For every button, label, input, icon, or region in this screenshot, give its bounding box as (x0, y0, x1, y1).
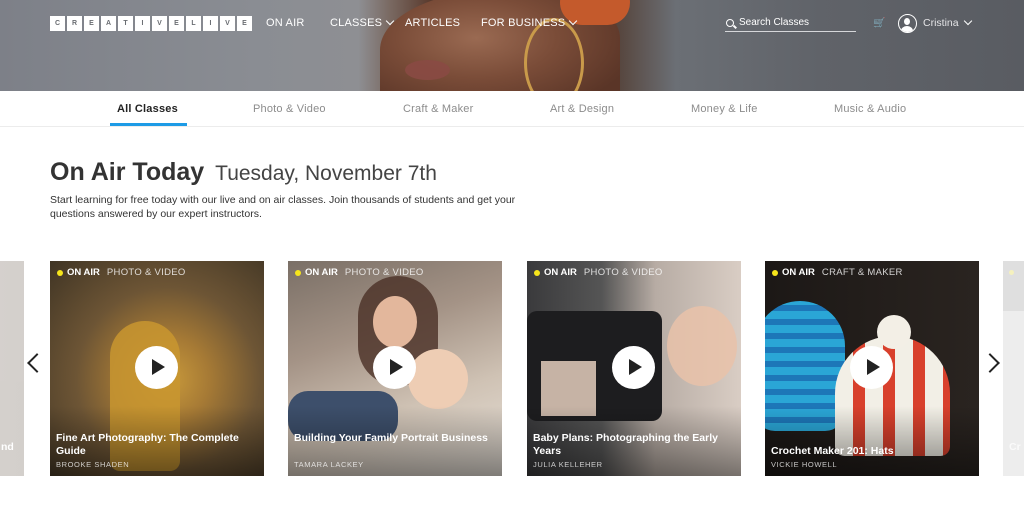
user-name: Cristina (923, 17, 959, 29)
class-title[interactable]: Crochet Maker 201: Hats (771, 445, 976, 458)
chevron-down-icon (385, 16, 395, 26)
live-dot-icon (772, 269, 778, 276)
partial-card-title: Cr (1009, 441, 1021, 453)
logo-letter: I (203, 16, 218, 31)
class-card[interactable]: ON AIR CRAFT & MAKER Crochet Maker 201: … (765, 261, 979, 476)
tab-all-classes[interactable]: All Classes (117, 103, 178, 115)
logo-letter: R (67, 16, 82, 31)
on-air-label: ON AIR (305, 267, 338, 278)
logo-letter: T (118, 16, 133, 31)
partial-card-left[interactable]: nd (0, 261, 24, 476)
tab-music-audio[interactable]: Music & Audio (834, 103, 906, 115)
category-tabs: All Classes Photo & Video Craft & Maker … (0, 91, 1024, 127)
search-bar (725, 14, 856, 32)
class-title[interactable]: Fine Art Photography: The Complete Guide (56, 432, 261, 458)
class-card[interactable]: ON AIR PHOTO & VIDEO Building Your Famil… (288, 261, 502, 476)
user-avatar-icon[interactable] (898, 14, 917, 33)
class-instructor: TAMARA LACKEY (294, 460, 364, 469)
live-dot-icon (295, 269, 301, 276)
tab-money-life[interactable]: Money & Life (691, 103, 758, 115)
class-category: PHOTO & VIDEO (344, 267, 424, 278)
tab-craft-maker[interactable]: Craft & Maker (403, 103, 473, 115)
logo-letter: V (220, 16, 235, 31)
logo-letter: E (237, 16, 252, 31)
class-title[interactable]: Building Your Family Portrait Business (294, 432, 499, 445)
live-dot-icon (57, 269, 63, 276)
top-nav: C R E A T I V E L I V E ON AIR CLASSES A… (0, 0, 1024, 48)
partial-card-thumbnail (1003, 261, 1024, 311)
nav-on-air-label: ON AIR (266, 17, 305, 29)
play-icon[interactable] (373, 346, 416, 389)
play-icon[interactable] (135, 346, 178, 389)
play-icon[interactable] (850, 346, 893, 389)
class-title[interactable]: Baby Plans: Photographing the Early Year… (533, 432, 738, 458)
logo-letter: V (152, 16, 167, 31)
active-tab-indicator (110, 123, 187, 126)
nav-articles-label: ARTICLES (405, 17, 461, 29)
class-category: CRAFT & MAKER (821, 267, 903, 278)
on-air-label: ON AIR (544, 267, 577, 278)
on-air-badge: ON AIR PHOTO & VIDEO (534, 267, 663, 278)
live-dot-icon (534, 269, 540, 276)
nav-for-business-label: FOR BUSINESS (481, 17, 566, 29)
partial-card-title: nd (1, 441, 14, 453)
page-title-date: Tuesday, November 7th (215, 162, 437, 185)
nav-articles[interactable]: ARTICLES (405, 17, 460, 29)
on-air-badge: ON AIR PHOTO & VIDEO (57, 267, 186, 278)
nav-classes-label: CLASSES (330, 17, 383, 29)
tab-photo-video[interactable]: Photo & Video (253, 103, 326, 115)
chevron-right-icon[interactable] (980, 353, 1000, 373)
class-instructor: BROOKE SHADEN (56, 460, 130, 469)
on-air-badge: ON AIR PHOTO & VIDEO (295, 267, 424, 278)
play-icon[interactable] (612, 346, 655, 389)
on-air-badge: ON AIR CRAFT & MAKER (772, 267, 903, 278)
chevron-left-icon[interactable] (27, 353, 47, 373)
logo-letter: I (135, 16, 150, 31)
page-description: Start learning for free today with our l… (50, 194, 516, 220)
on-air-label: ON AIR (67, 267, 100, 278)
chevron-down-icon (569, 16, 578, 26)
on-air-label: ON AIR (782, 267, 815, 278)
nav-classes[interactable]: CLASSES (330, 16, 395, 29)
class-instructor: JULIA KELLEHER (533, 460, 603, 469)
tab-art-design[interactable]: Art & Design (550, 103, 614, 115)
class-card[interactable]: ON AIR PHOTO & VIDEO Baby Plans: Photogr… (527, 261, 741, 476)
logo-letter: C (50, 16, 65, 31)
hero-image-lips (405, 60, 450, 80)
class-category: PHOTO & VIDEO (583, 267, 663, 278)
hero-banner: C R E A T I V E L I V E ON AIR CLASSES A… (0, 0, 1024, 91)
class-instructor: VICKIE HOWELL (771, 460, 838, 469)
live-dot-icon (1009, 270, 1014, 275)
partial-card-right[interactable]: Cr (1003, 261, 1024, 476)
logo-letter: E (84, 16, 99, 31)
class-category: PHOTO & VIDEO (106, 267, 186, 278)
shopping-cart-icon[interactable]: 🛒 (873, 18, 885, 29)
search-input[interactable] (739, 17, 849, 28)
nav-for-business[interactable]: FOR BUSINESS (481, 16, 578, 29)
nav-on-air[interactable]: ON AIR (266, 17, 305, 29)
search-icon[interactable] (726, 18, 734, 27)
class-card[interactable]: ON AIR PHOTO & VIDEO Fine Art Photograph… (50, 261, 264, 476)
logo-letter: L (186, 16, 201, 31)
logo-letter: E (169, 16, 184, 31)
page-title: On Air Today Tuesday, November 7th (50, 158, 437, 187)
chevron-down-icon (963, 16, 972, 26)
page-title-main: On Air Today (50, 158, 205, 186)
user-menu[interactable]: Cristina (923, 16, 972, 29)
logo-letter: A (101, 16, 116, 31)
creativelive-logo[interactable]: C R E A T I V E L I V E (50, 16, 252, 31)
